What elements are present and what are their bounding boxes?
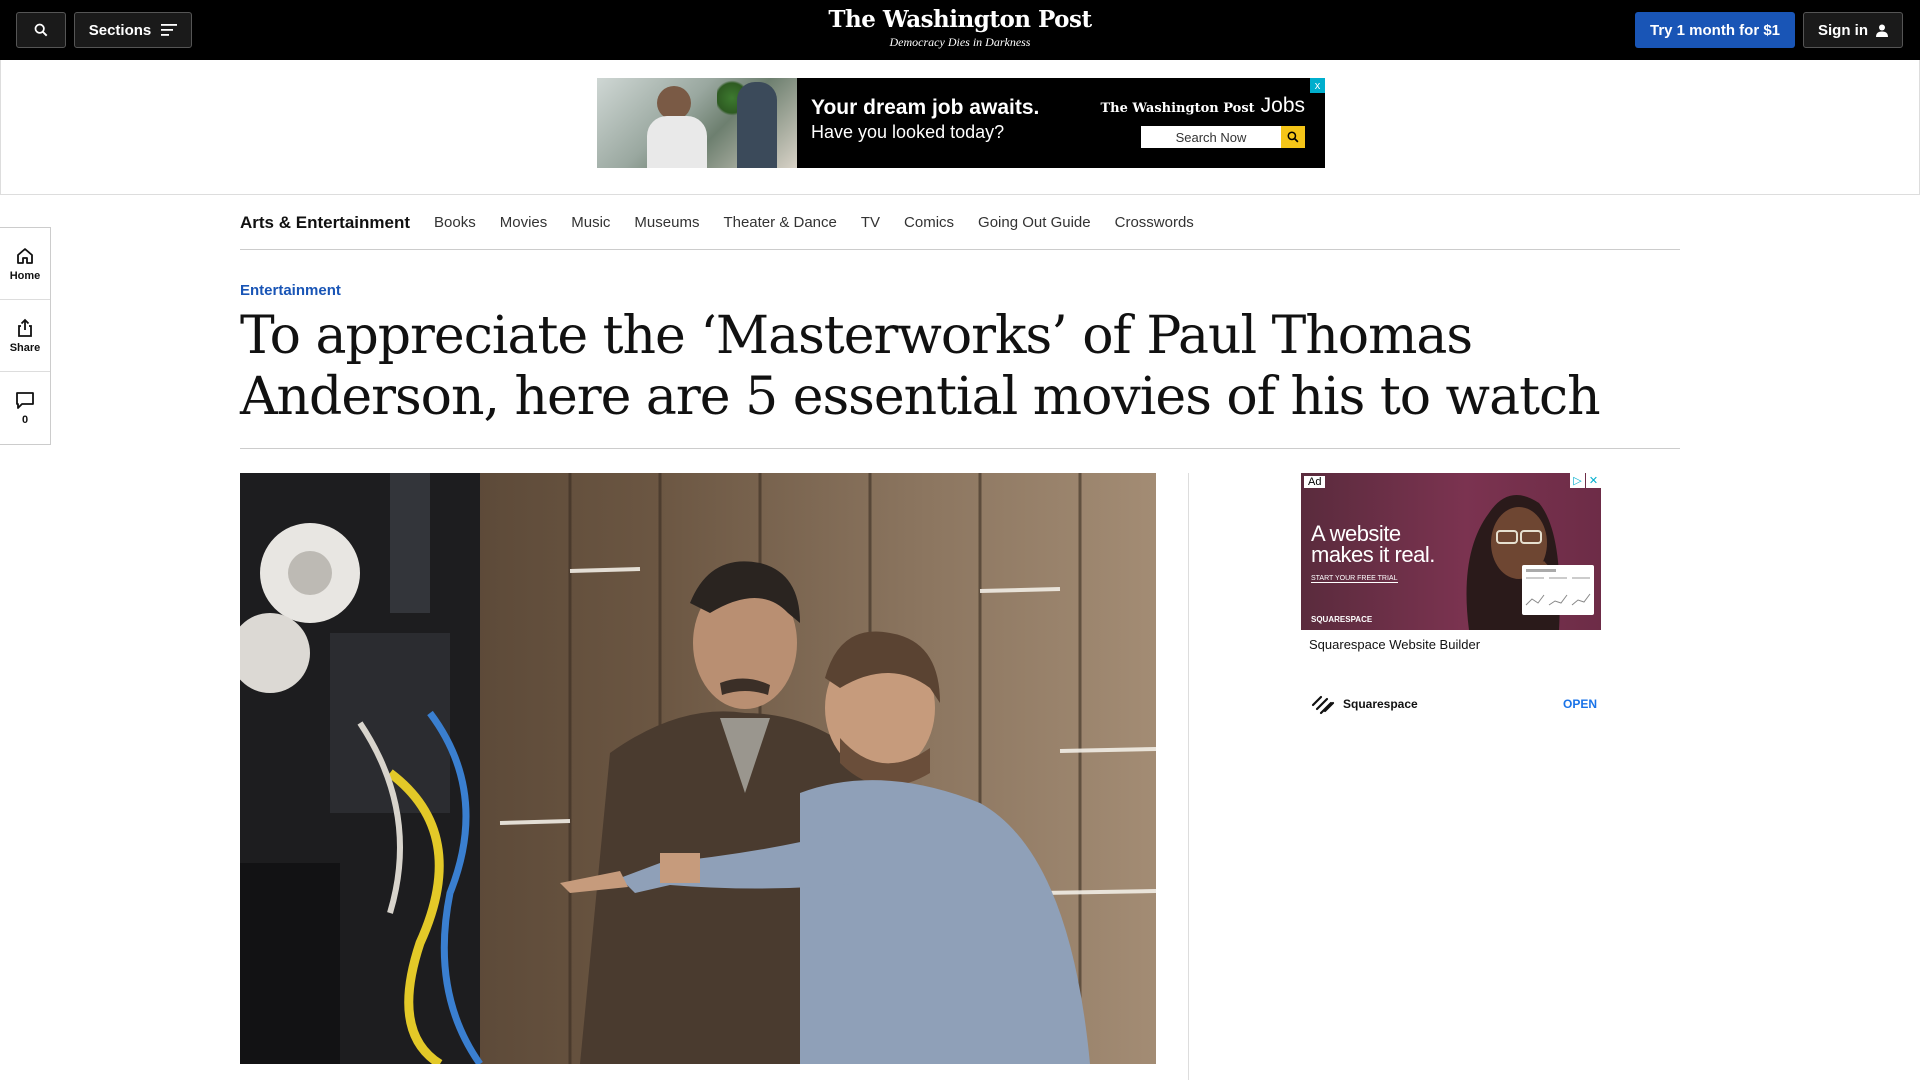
home-icon <box>17 247 33 264</box>
ad-advertiser-name: Squarespace <box>1343 697 1418 711</box>
section-subnav: Arts & Entertainment Books Movies Music … <box>240 196 1680 250</box>
ad-close-icon[interactable]: x <box>1310 78 1325 93</box>
squarespace-logo-icon <box>1311 695 1335 715</box>
subnav-link-theater-dance[interactable]: Theater & Dance <box>723 214 836 231</box>
top-navigation-bar: Sections The Washington Post Democracy D… <box>0 0 1920 60</box>
subnav-link-movies[interactable]: Movies <box>500 214 548 231</box>
ad-headline: A website makes it real. <box>1311 521 1435 567</box>
subnav-link-crosswords[interactable]: Crosswords <box>1115 214 1194 231</box>
adchoices-icon[interactable]: ▷ <box>1570 473 1585 488</box>
search-icon <box>34 23 48 37</box>
rail-comments-count: 0 <box>21 414 29 426</box>
ad-cta-link[interactable]: START YOUR FREE TRIAL <box>1311 575 1398 583</box>
jobs-banner-ad[interactable]: Your dream job awaits. Have you looked t… <box>597 78 1325 168</box>
ad-copy: Your dream job awaits. Have you looked t… <box>811 96 1039 143</box>
rail-share-button[interactable]: Share <box>0 300 50 372</box>
ad-brand: The Washington Post Jobs <box>1101 94 1306 118</box>
ad-dashboard-card <box>1522 565 1594 615</box>
ad-caption[interactable]: Squarespace Website Builder <box>1309 637 1480 652</box>
column-divider <box>1188 473 1189 1080</box>
sections-button[interactable]: Sections <box>74 12 192 48</box>
sign-in-label: Sign in <box>1818 21 1868 39</box>
rail-home-button[interactable]: Home <box>0 228 50 300</box>
search-button[interactable] <box>16 12 66 48</box>
ad-search-box[interactable]: Search Now <box>1141 126 1305 148</box>
comment-icon <box>16 392 34 409</box>
rail-home-label: Home <box>9 269 41 282</box>
subnav-link-music[interactable]: Music <box>571 214 610 231</box>
rail-comments-button[interactable]: 0 <box>0 372 50 444</box>
menu-icon <box>161 24 178 36</box>
share-rail: Home Share 0 <box>0 227 51 445</box>
site-logo[interactable]: The Washington Post <box>760 6 1160 33</box>
subnav-section-title[interactable]: Arts & Entertainment <box>240 213 410 233</box>
ad-brand-product: Jobs <box>1260 94 1305 117</box>
sections-label: Sections <box>88 21 152 39</box>
ad-brand-logo: The Washington Post <box>1100 101 1255 116</box>
ad-footer[interactable]: Squarespace OPEN <box>1309 690 1597 718</box>
ad-label-badge: Ad <box>1304 476 1326 488</box>
ad-search-go-button[interactable] <box>1281 126 1305 148</box>
ad-brand-wordmark: SQUARESPACE <box>1311 615 1373 624</box>
ad-headline: Your dream job awaits. <box>811 96 1040 119</box>
subnav-link-books[interactable]: Books <box>434 214 476 231</box>
subnav-link-museums[interactable]: Museums <box>634 214 699 231</box>
share-icon <box>18 318 32 337</box>
ad-photo-handshake <box>597 78 797 168</box>
top-ad-region: Your dream job awaits. Have you looked t… <box>0 60 1920 195</box>
ad-advertiser[interactable]: Squarespace <box>1309 693 1418 715</box>
ad-open-button[interactable]: OPEN <box>1563 697 1597 711</box>
ad-choices[interactable]: ▷ ✕ <box>1570 473 1601 488</box>
article-kicker[interactable]: Entertainment <box>240 282 341 299</box>
subscribe-trial-button[interactable]: Try 1 month for $1 <box>1635 12 1795 48</box>
rail-share-label: Share <box>9 341 41 354</box>
sign-in-button[interactable]: Sign in <box>1803 12 1903 48</box>
ad-close-icon[interactable]: ✕ <box>1586 473 1601 488</box>
article-lead-image[interactable] <box>240 473 1156 1064</box>
lead-image-illustration <box>240 473 1156 1064</box>
masthead[interactable]: The Washington Post Democracy Dies in Da… <box>760 6 1160 50</box>
subnav-link-tv[interactable]: TV <box>861 214 880 231</box>
site-tagline: Democracy Dies in Darkness <box>889 35 1031 49</box>
subnav-link-going-out-guide[interactable]: Going Out Guide <box>978 214 1091 231</box>
squarespace-display-ad[interactable]: Ad ▷ ✕ A website makes it real. START YO… <box>1301 473 1601 630</box>
article-headline: To appreciate the ‘Masterworks’ of Paul … <box>240 306 1601 427</box>
subnav-link-comics[interactable]: Comics <box>904 214 954 231</box>
headline-divider <box>240 448 1680 449</box>
search-icon <box>1287 131 1299 143</box>
user-icon <box>1876 24 1888 37</box>
ad-subline: Have you looked today? <box>811 122 1005 142</box>
ad-search-field[interactable]: Search Now <box>1141 126 1281 148</box>
